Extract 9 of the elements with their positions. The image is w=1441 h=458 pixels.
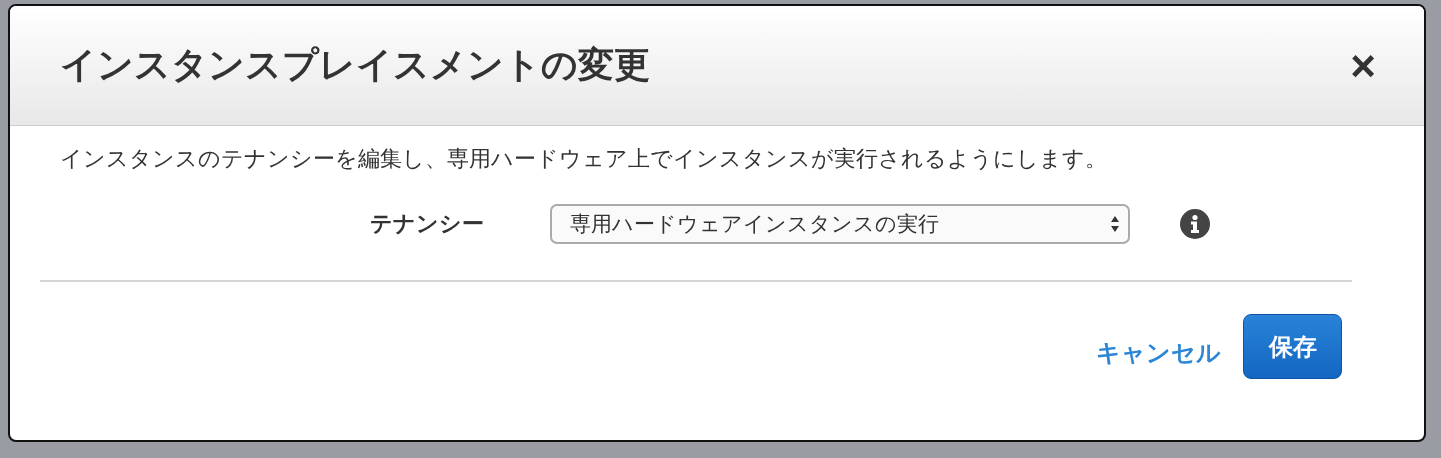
- info-icon[interactable]: [1180, 209, 1210, 239]
- close-button[interactable]: ×: [1350, 43, 1376, 88]
- tenancy-select[interactable]: 専用ハードウェアインスタンスの実行: [550, 204, 1130, 244]
- cancel-link[interactable]: キャンセル: [1096, 336, 1221, 369]
- description-text: インスタンスのテナンシーを編集し、専用ハードウェア上でインスタンスが実行されるようにします。: [60, 145, 1108, 173]
- save-button[interactable]: 保存: [1243, 314, 1342, 379]
- select-arrows-icon: [1110, 215, 1120, 233]
- tenancy-label: テナンシー: [370, 210, 485, 238]
- dialog-title: インスタンスプレイスメントの変更: [60, 43, 650, 87]
